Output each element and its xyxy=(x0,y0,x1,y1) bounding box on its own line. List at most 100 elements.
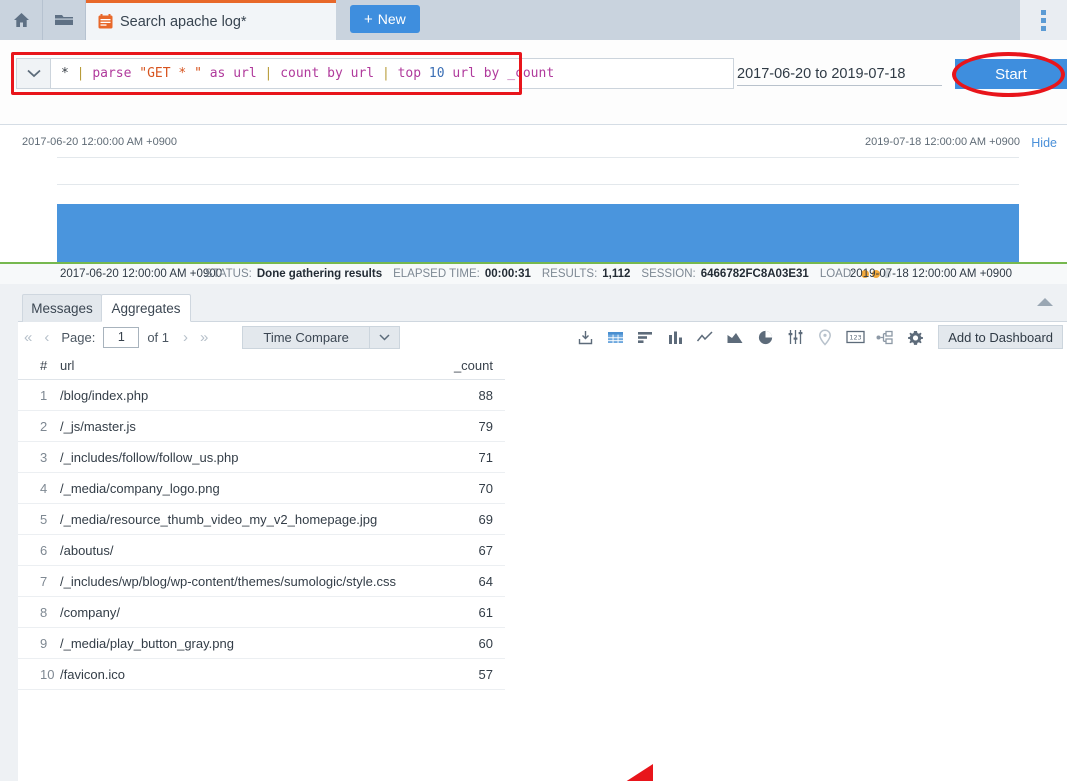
column-header[interactable]: # xyxy=(18,358,60,373)
chevron-down-icon[interactable] xyxy=(368,326,399,348)
table-view-icon[interactable] xyxy=(600,324,630,350)
table-row[interactable]: 3 /_includes/follow/follow_us.php 71 xyxy=(18,442,505,473)
sliders-settings-icon[interactable] xyxy=(780,324,810,350)
new-tab-button[interactable]: + New xyxy=(350,5,420,33)
query-token: url xyxy=(452,66,476,81)
first-page-icon[interactable]: « xyxy=(18,329,38,346)
add-to-dashboard-button[interactable]: Add to Dashboard xyxy=(938,325,1063,349)
page-total-label: of 1 xyxy=(147,329,170,345)
collapse-panel-icon[interactable] xyxy=(1037,298,1053,306)
query-token xyxy=(499,66,507,81)
grid-line xyxy=(57,183,1019,185)
table-row[interactable]: 10/favicon.ico 57 xyxy=(18,659,505,690)
query-token: 10 xyxy=(428,66,445,81)
histogram-bar[interactable] xyxy=(57,204,1019,263)
table-row[interactable]: 5 /_media/resource_thumb_video_my_v2_home… xyxy=(18,504,505,535)
sumo-logic-search-app: Search apache log* + New * | parse "GET … xyxy=(0,0,1067,781)
histogram-panel: 2017-06-20 12:00:00 AM +0900 2019-07-18 … xyxy=(0,125,1067,367)
table-row[interactable]: 6/aboutus/67 xyxy=(18,535,505,566)
table-row[interactable]: 2 /_js/master.js 79 xyxy=(18,411,505,442)
last-page-icon[interactable]: » xyxy=(194,329,214,346)
status-label: STATUS: xyxy=(205,268,252,280)
row-count: 61 xyxy=(478,604,493,620)
column-bar-chart-icon[interactable] xyxy=(660,324,690,350)
row-index: 7 xyxy=(40,573,48,589)
aggregates-results: # url _count 1/blog/index.php 88 2 /_js/master… xyxy=(18,352,1067,781)
time-range-input[interactable]: 2017-06-20 to 2019-07-18 xyxy=(737,62,942,86)
row-count: 64 xyxy=(478,573,493,589)
row-index: 2 xyxy=(40,418,48,434)
query-expand-button[interactable] xyxy=(16,58,50,89)
status-start-time: 2017-06-20 12:00:00 AM +0900 xyxy=(60,268,223,280)
histogram-start-time: 2017-06-20 12:00:00 AM +0900 xyxy=(22,136,178,148)
export-download-icon[interactable] xyxy=(570,324,600,350)
new-button-label: New xyxy=(377,11,406,27)
row-index: 3 xyxy=(40,449,48,465)
chevron-down-icon xyxy=(26,65,41,83)
results-toolbar: « ‹ Page: 1 of 1 › » Time Compare 123 Ad… xyxy=(18,322,1067,352)
query-token xyxy=(445,66,453,81)
row-url: /_media/resource_thumb_video_my_v2_homep… xyxy=(60,511,378,527)
gear-icon[interactable] xyxy=(900,324,930,350)
tab-bar-spacer xyxy=(419,0,1020,40)
home-button[interactable] xyxy=(0,0,43,40)
results-panel: Messages Aggregates « ‹ Page: 1 of 1 › » … xyxy=(0,284,1067,781)
row-count: 70 xyxy=(478,480,493,496)
status-end-time: 2019-07-18 12:00:00 AM +0900 xyxy=(849,268,1012,280)
query-token: by xyxy=(327,66,343,81)
folder-icon xyxy=(54,12,74,28)
column-header[interactable]: url xyxy=(60,358,409,373)
tab-aggregates[interactable]: Aggregates xyxy=(101,294,191,322)
saved-search-icon xyxy=(98,14,113,29)
red-left-arrow-annotation xyxy=(560,762,746,781)
pie-chart-icon[interactable] xyxy=(750,324,780,350)
more-options-button[interactable] xyxy=(1020,0,1067,40)
prev-page-icon[interactable]: ‹ xyxy=(38,329,55,346)
row-url: /_includes/wp/blog/wp-content/themes/sum… xyxy=(60,573,396,589)
search-query-input[interactable]: * | parse "GET * " as url | count by url… xyxy=(50,58,734,89)
row-count: 88 xyxy=(478,387,493,403)
query-token xyxy=(319,66,327,81)
table-row[interactable]: 8/company/61 xyxy=(18,597,505,628)
histogram-plot-area[interactable] xyxy=(57,157,1019,264)
row-count: 69 xyxy=(478,511,493,527)
area-chart-icon[interactable] xyxy=(720,324,750,350)
query-token: by xyxy=(483,66,500,81)
row-count: 57 xyxy=(478,666,493,682)
browser-tab-bar: Search apache log* + New xyxy=(0,0,1067,40)
row-url: /blog/index.php xyxy=(60,387,149,403)
start-search-button[interactable]: Start xyxy=(955,59,1067,89)
page-number-input[interactable]: 1 xyxy=(103,326,140,348)
plus-icon: + xyxy=(364,10,373,28)
query-token xyxy=(225,66,233,81)
time-compare-button[interactable]: Time Compare xyxy=(242,325,400,349)
single-value-icon[interactable]: 123 xyxy=(840,324,870,350)
row-url: /favicon.ico xyxy=(60,666,126,682)
table-row[interactable]: 7 /_includes/wp/blog/wp-content/themes/su… xyxy=(18,566,505,597)
tab-search-apache-log[interactable]: Search apache log* xyxy=(86,0,336,40)
query-zone: * | parse "GET * " as url | count by url… xyxy=(0,40,1067,155)
svg-text:123: 123 xyxy=(849,334,861,342)
next-page-icon[interactable]: › xyxy=(177,329,194,346)
column-header[interactable]: _count xyxy=(409,358,505,373)
library-folder-button[interactable] xyxy=(43,0,86,40)
map-pin-icon[interactable] xyxy=(810,324,840,350)
line-chart-icon[interactable] xyxy=(690,324,720,350)
row-index: 5 xyxy=(40,511,48,527)
pagination-controls: « ‹ Page: 1 of 1 › » xyxy=(18,326,214,348)
hide-histogram-link[interactable]: Hide xyxy=(1031,136,1057,150)
horizontal-bar-chart-icon[interactable] xyxy=(630,324,660,350)
query-token: | xyxy=(68,66,93,81)
row-index: 9 xyxy=(40,635,48,651)
table-row[interactable]: 9 /_media/play_button_gray.png 60 xyxy=(18,628,505,659)
query-token: | xyxy=(256,66,281,81)
table-row[interactable]: 4 /_media/company_logo.png 70 xyxy=(18,473,505,504)
query-token: | xyxy=(374,66,398,81)
histogram-end-time: 2019-07-18 12:00:00 AM +0900 xyxy=(864,136,1020,148)
tab-messages[interactable]: Messages xyxy=(22,294,102,322)
status-value: Done gathering results xyxy=(256,268,383,280)
tree-map-icon[interactable] xyxy=(870,324,900,350)
row-url: /company/ xyxy=(60,604,120,620)
page-label: Page: xyxy=(61,329,96,345)
table-row[interactable]: 1/blog/index.php 88 xyxy=(18,380,505,411)
